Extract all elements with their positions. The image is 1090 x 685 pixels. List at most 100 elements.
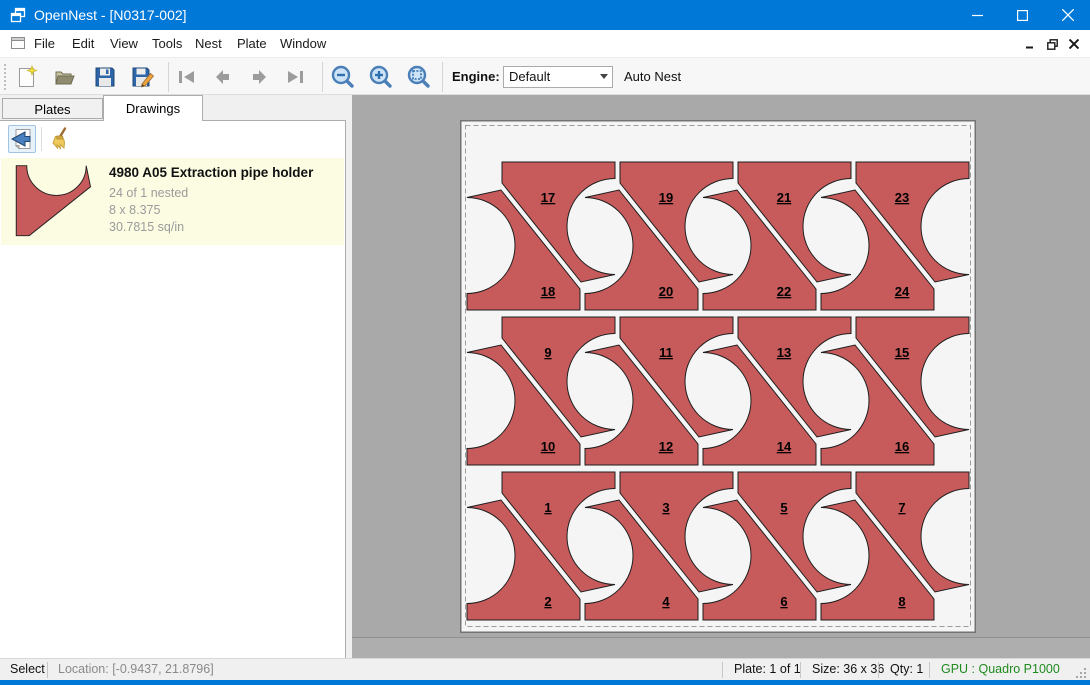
window-title: OpenNest - [N0317-002] [34, 0, 187, 30]
part-number: 11 [659, 345, 673, 360]
part-number: 3 [662, 500, 669, 515]
auto-nest-button[interactable]: Auto Nest [624, 58, 681, 95]
part-number: 23 [895, 190, 909, 205]
zoom-out-button[interactable] [328, 62, 358, 92]
app-icon [10, 7, 26, 23]
part-number: 6 [780, 594, 787, 609]
go-next-icon [247, 65, 271, 89]
zoom-in-icon [368, 64, 394, 90]
tab-drawings[interactable]: Drawings [103, 95, 203, 121]
zoom-fit-button[interactable] [404, 62, 434, 92]
status-plate: Plate: 1 of 1 [734, 659, 801, 680]
close-icon [1062, 9, 1074, 21]
go-next-button[interactable] [244, 62, 274, 92]
zoom-fit-icon [406, 64, 432, 90]
engine-label: Engine: [452, 58, 500, 95]
mdi-close-icon [1069, 39, 1079, 49]
menu-file[interactable]: File [34, 30, 55, 57]
engine-value: Default [509, 69, 550, 84]
window-bottom-border [0, 680, 1090, 685]
menu-nest[interactable]: Nest [195, 30, 222, 57]
maximize-icon [1017, 10, 1028, 21]
toolbar-separator [442, 62, 443, 92]
status-mode: Select [10, 659, 45, 680]
status-gpu: GPU : Quadro P1000 [941, 659, 1060, 680]
part-number: 9 [544, 345, 551, 360]
part-number: 17 [541, 190, 555, 205]
open-file-button[interactable] [50, 62, 80, 92]
status-separator [47, 662, 48, 678]
menu-tools[interactable]: Tools [152, 30, 182, 57]
broom-icon [48, 127, 72, 151]
part-thumbnail [15, 164, 93, 238]
part-number: 4 [662, 594, 670, 609]
go-last-icon [283, 65, 307, 89]
drawing-dimensions: 8 x 8.375 [109, 203, 160, 217]
resize-grip-icon[interactable] [1075, 667, 1087, 679]
go-first-icon [175, 65, 199, 89]
part-number: 2 [544, 594, 551, 609]
status-bar: Select Location: [-0.9437, 21.8796] Plat… [0, 658, 1090, 680]
part-number: 19 [659, 190, 673, 205]
part-number: 7 [898, 500, 905, 515]
save-as-button[interactable] [128, 62, 158, 92]
save-as-icon [131, 65, 155, 89]
window-minimize-button[interactable] [955, 0, 1000, 30]
part-number: 14 [777, 439, 792, 454]
drawing-title: 4980 A05 Extraction pipe holder [109, 165, 313, 180]
horizontal-scrollbar[interactable] [352, 637, 1090, 658]
engine-select[interactable]: Default [503, 66, 613, 88]
status-separator [929, 662, 930, 678]
part-number: 8 [898, 594, 905, 609]
toolbar-separator [322, 62, 323, 92]
main-toolbar: Engine: Default Auto Nest [0, 57, 1090, 95]
go-first-button[interactable] [172, 62, 202, 92]
part-number: 15 [895, 345, 909, 360]
new-document-icon [15, 65, 39, 89]
part-number: 21 [777, 190, 791, 205]
minimize-icon [972, 10, 983, 21]
menu-view[interactable]: View [110, 30, 138, 57]
import-drawing-button[interactable] [8, 125, 36, 153]
go-previous-button[interactable] [208, 62, 238, 92]
go-previous-icon [211, 65, 235, 89]
drawing-area: 30.7815 sq/in [109, 220, 184, 234]
part-number: 20 [659, 284, 673, 299]
menu-plate[interactable]: Plate [237, 30, 267, 57]
menu-window[interactable]: Window [280, 30, 326, 57]
part-number: 12 [659, 439, 673, 454]
toolbar-grip[interactable] [4, 64, 6, 90]
mdi-minimize-icon [1026, 40, 1035, 49]
menu-bar: File Edit View Tools Nest Plate Window [0, 30, 1090, 57]
part-number: 24 [895, 284, 910, 299]
window-close-button[interactable] [1045, 0, 1090, 30]
drawings-toolbar [0, 121, 344, 155]
mdi-minimize-button[interactable] [1022, 37, 1038, 51]
part-number: 10 [541, 439, 555, 454]
save-button[interactable] [90, 62, 120, 92]
clean-button[interactable] [46, 125, 74, 153]
drawing-list-item[interactable]: 4980 A05 Extraction pipe holder 24 of 1 … [1, 158, 344, 245]
zoom-out-icon [330, 64, 356, 90]
part-number: 5 [780, 500, 787, 515]
title-bar: OpenNest - [N0317-002] [0, 0, 1090, 30]
zoom-in-button[interactable] [366, 62, 396, 92]
mdi-close-button[interactable] [1066, 37, 1082, 51]
part-number: 22 [777, 284, 791, 299]
plate[interactable]: 17 18 19 20 21 22 23 24 9 10 [460, 120, 976, 633]
nesting-canvas[interactable]: 17 18 19 20 21 22 23 24 9 10 [352, 95, 1090, 658]
save-icon [93, 65, 117, 89]
menu-edit[interactable]: Edit [72, 30, 94, 57]
tab-plates[interactable]: Plates [2, 98, 103, 119]
toolbar-separator [41, 127, 42, 151]
status-size: Size: 36 x 36 [812, 659, 884, 680]
window-maximize-button[interactable] [1000, 0, 1045, 30]
drawings-panel: 4980 A05 Extraction pipe holder 24 of 1 … [0, 120, 346, 658]
go-last-button[interactable] [280, 62, 310, 92]
mdi-restore-button[interactable] [1044, 37, 1060, 51]
new-document-button[interactable] [12, 62, 42, 92]
status-separator [800, 662, 801, 678]
import-drawing-icon [10, 127, 34, 151]
toolbar-separator [168, 62, 169, 92]
mdi-child-icon [10, 35, 26, 51]
